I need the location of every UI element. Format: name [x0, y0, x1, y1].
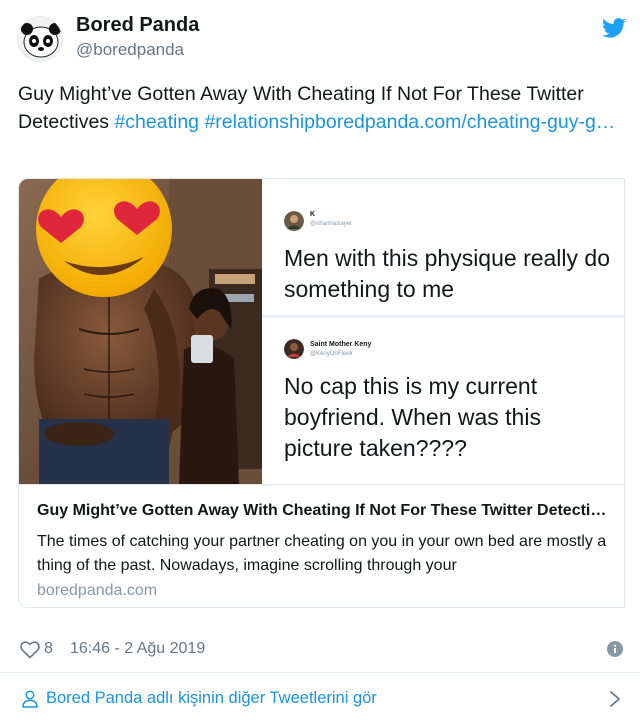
more-tweets-link[interactable]: Bored Panda adlı kişinin diğer Tweetleri…: [46, 689, 377, 708]
panda-avatar-icon: [18, 17, 62, 61]
card-description: The times of catching your partner cheat…: [37, 533, 607, 574]
quoted-tweet-1: K @rihannaslayer Men with this physique …: [262, 179, 624, 317]
hashtag-relationship[interactable]: #relationship: [204, 111, 315, 133]
footer-divider: [0, 672, 640, 673]
like-count[interactable]: 8: [44, 640, 53, 658]
quoted-text: No cap this is my current boyfriend. Whe…: [284, 373, 541, 461]
embedded-tweet: Bored Panda @boredpanda Guy Might’ve Got…: [0, 0, 640, 720]
quoted-avatar-icon: [284, 211, 304, 231]
quoted-tweet-2: Saint Mother Keny @KenyOnFleek No cap th…: [262, 319, 624, 484]
card-screenshot: K @rihannaslayer Men with this physique …: [262, 179, 624, 484]
card-photo: [19, 179, 262, 484]
twitter-bird-icon[interactable]: [602, 18, 626, 38]
chevron-right-icon[interactable]: [609, 690, 621, 708]
link-card[interactable]: K @rihannaslayer Men with this physique …: [18, 178, 625, 608]
card-title[interactable]: Guy Might’ve Gotten Away With Cheating I…: [37, 502, 612, 520]
author-avatar[interactable]: [17, 16, 63, 62]
quoted-handle: @rihannaslayer: [310, 221, 353, 227]
card-domain: boredpanda.com: [37, 582, 158, 599]
card-image: K @rihannaslayer Men with this physique …: [19, 179, 624, 484]
tweet-timestamp[interactable]: 16:46 - 2 Ağu 2019: [70, 640, 205, 658]
hashtag-cheating[interactable]: #cheating: [114, 111, 199, 133]
quoted-name: K: [310, 211, 316, 218]
info-icon[interactable]: [607, 641, 623, 657]
tweet-text: Guy Might’ve Gotten Away With Cheating I…: [18, 80, 624, 136]
author-name[interactable]: Bored Panda: [76, 14, 199, 37]
heart-icon[interactable]: [20, 640, 40, 659]
person-icon: [22, 690, 38, 708]
quoted-text: Men with this physique really do somethi…: [284, 245, 610, 302]
quoted-avatar-icon: [284, 339, 304, 359]
author-handle[interactable]: @boredpanda: [76, 40, 184, 60]
tweet-link[interactable]: boredpanda.com/cheating-guy-g…: [315, 111, 615, 133]
card-body: Guy Might’ve Gotten Away With Cheating I…: [19, 484, 624, 607]
quoted-handle: @KenyOnFleek: [310, 351, 353, 357]
photo-illustration: [19, 179, 262, 484]
quoted-name: Saint Mother Keny: [310, 341, 372, 348]
